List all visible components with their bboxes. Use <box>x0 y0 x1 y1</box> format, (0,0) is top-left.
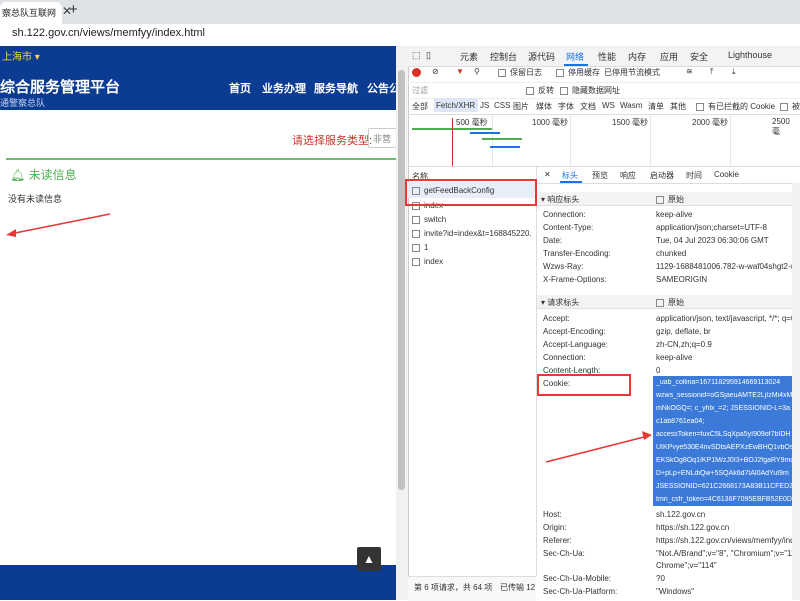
annotation-arrows <box>6 213 652 463</box>
annotation-arrow-cookie <box>545 435 649 463</box>
annotation-arrowhead-cookie <box>642 431 652 440</box>
annotation-arrow-left <box>9 213 111 235</box>
annotation-arrowhead-left <box>6 229 16 237</box>
